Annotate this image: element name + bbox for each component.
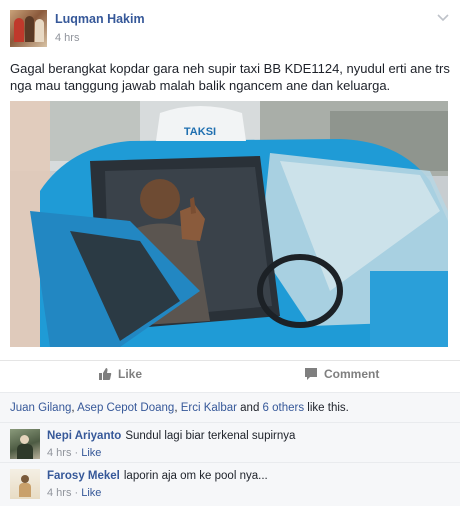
author-name[interactable]: Luqman Hakim xyxy=(55,12,145,26)
taxi-sign-text: TAKSI xyxy=(184,126,216,138)
post-status-text: Gagal berangkat kopdar gara neh supir ta… xyxy=(10,61,450,93)
post-photo[interactable]: TAKSI xyxy=(10,101,448,347)
likes-text: Juan Gilang, Asep Cepot Doang, Erci Kalb… xyxy=(10,402,349,414)
liker-name[interactable]: Asep Cepot Doang xyxy=(77,402,174,414)
comment-item: Farosy Mekel laporin aja om ke pool nya..… xyxy=(0,462,460,502)
comment-like-link[interactable]: Like xyxy=(81,487,101,499)
commenter-avatar[interactable] xyxy=(10,429,40,459)
comment-icon xyxy=(305,368,317,380)
likes-others-link[interactable]: 6 others xyxy=(263,402,305,414)
like-button[interactable]: Like xyxy=(98,367,142,381)
comments-list: Nepi Ariyanto Sundul lagi biar terkenal s… xyxy=(0,422,460,506)
meta-dot: · xyxy=(71,487,82,499)
liker-name[interactable]: Juan Gilang xyxy=(10,402,71,414)
comment-body: Nepi Ariyanto Sundul lagi biar terkenal s… xyxy=(47,430,295,442)
commenter-name[interactable]: Farosy Mekel xyxy=(47,470,120,482)
thumbs-up-icon xyxy=(99,368,112,380)
facebook-post: Luqman Hakim 4 hrs Gagal berangkat kopda… xyxy=(0,0,460,506)
likes-suffix: like this. xyxy=(304,402,349,414)
comment-like-link[interactable]: Like xyxy=(81,447,101,459)
comment-button-label: Comment xyxy=(324,367,380,381)
comment-body: Farosy Mekel laporin aja om ke pool nya..… xyxy=(47,470,268,482)
comment-timestamp[interactable]: 4 hrs xyxy=(47,487,71,499)
chevron-down-icon[interactable] xyxy=(436,10,450,24)
post-actions-bar: Like Comment xyxy=(0,360,460,390)
comment-timestamp[interactable]: 4 hrs xyxy=(47,447,71,459)
comment-item: Nepi Ariyanto Sundul lagi biar terkenal s… xyxy=(0,422,460,462)
meta-dot: · xyxy=(71,447,82,459)
liker-name[interactable]: Erci Kalbar xyxy=(181,402,237,414)
author-avatar[interactable] xyxy=(10,10,47,47)
commenter-name[interactable]: Nepi Ariyanto xyxy=(47,430,121,442)
likes-and: and xyxy=(236,402,263,414)
likes-summary: Juan Gilang, Asep Cepot Doang, Erci Kalb… xyxy=(0,392,460,422)
comment-meta: 4 hrs · Like xyxy=(47,447,101,459)
comment-text: laporin aja om ke pool nya... xyxy=(123,470,268,482)
comment-button[interactable]: Comment xyxy=(304,367,379,381)
comment-text: Sundul lagi biar terkenal supirnya xyxy=(125,430,296,442)
post-timestamp[interactable]: 4 hrs xyxy=(55,32,79,44)
commenter-avatar[interactable] xyxy=(10,469,40,499)
comment-meta: 4 hrs · Like xyxy=(47,487,101,499)
like-button-label: Like xyxy=(118,367,143,381)
